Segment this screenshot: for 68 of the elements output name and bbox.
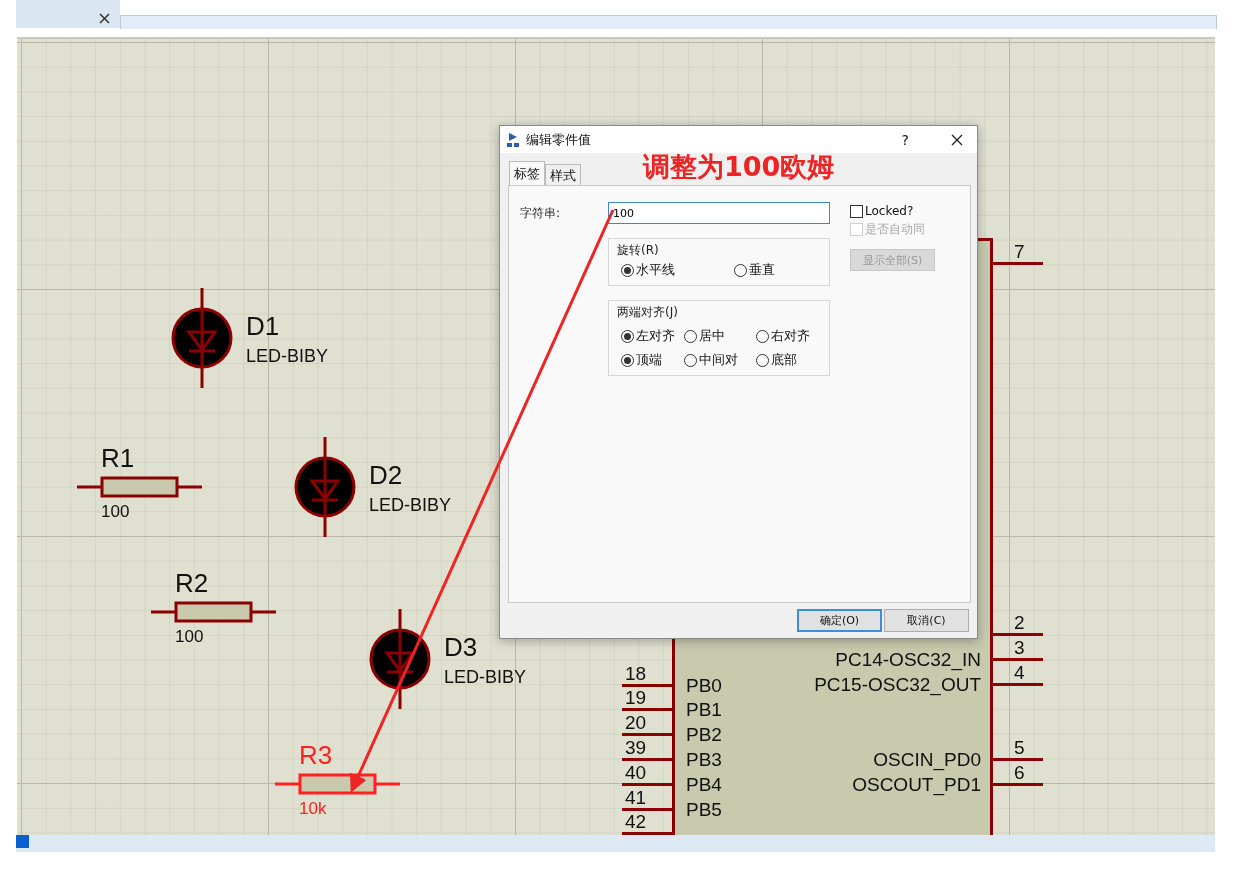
pin-label: PB4 bbox=[686, 775, 722, 794]
radio-option[interactable]: 右对齐 bbox=[756, 327, 829, 345]
pin-number: 20 bbox=[625, 713, 647, 732]
pin-number: 19 bbox=[625, 688, 647, 707]
pin-number: 2 bbox=[1014, 613, 1025, 632]
component-value: LED-BIBY bbox=[246, 347, 329, 365]
pin-label: PB5 bbox=[686, 800, 722, 819]
group-legend: 两端对齐(J) bbox=[615, 304, 680, 321]
pin-number: 41 bbox=[625, 788, 647, 807]
pin-number: 5 bbox=[1014, 738, 1025, 757]
component-value: LED-BIBY bbox=[369, 496, 452, 514]
radio-dot[interactable] bbox=[756, 329, 769, 343]
component-ref: D3 bbox=[444, 634, 478, 660]
radio-dot[interactable] bbox=[621, 329, 634, 343]
dialog-button[interactable]: 取消(C) bbox=[884, 609, 969, 632]
dialog-button[interactable]: 确定(O) bbox=[797, 609, 882, 632]
radio-dot[interactable] bbox=[621, 353, 634, 367]
group-legend: 旋转(R) bbox=[615, 242, 661, 259]
dialog-title: 编辑零件值 bbox=[526, 130, 592, 149]
component-value: 100 bbox=[101, 503, 130, 520]
string-field[interactable]: 100 bbox=[608, 202, 830, 224]
pin-label: PC15-OSC32_OUT bbox=[814, 675, 981, 694]
radio-option[interactable]: 水平线 bbox=[621, 261, 734, 279]
checkbox[interactable] bbox=[850, 204, 863, 218]
component-value: 100 bbox=[175, 628, 204, 645]
help-button[interactable]: ? bbox=[901, 131, 909, 148]
component-ref: D1 bbox=[246, 313, 280, 339]
component-ref: R3 bbox=[299, 742, 333, 768]
pin-number: 40 bbox=[625, 763, 647, 782]
radio-dot[interactable] bbox=[734, 263, 747, 277]
pin-number: 6 bbox=[1014, 763, 1025, 782]
pin-label: OSCIN_PD0 bbox=[873, 750, 981, 769]
component-value: LED-BIBY bbox=[444, 668, 527, 686]
close-icon[interactable] bbox=[951, 133, 963, 146]
pin-label: OSCOUT_PD1 bbox=[852, 775, 981, 794]
dialog-tab[interactable]: 样式 bbox=[545, 164, 581, 185]
radio-option[interactable]: 顶端 bbox=[621, 351, 684, 369]
pin-number: 4 bbox=[1014, 663, 1025, 682]
status-square-icon bbox=[16, 835, 29, 848]
component-value: 10k bbox=[299, 800, 327, 817]
radio-dot[interactable] bbox=[621, 263, 634, 277]
pin-label: PB2 bbox=[686, 725, 722, 744]
pin-label: PC14-OSC32_IN bbox=[835, 650, 981, 669]
radio-option[interactable]: 中间对 bbox=[684, 351, 756, 369]
component-icon bbox=[506, 131, 520, 148]
pin-number: 7 bbox=[1014, 242, 1025, 261]
field-label: 字符串: bbox=[520, 205, 562, 222]
close-icon[interactable] bbox=[99, 13, 110, 24]
radio-dot[interactable] bbox=[756, 353, 769, 367]
pin-number: 18 bbox=[625, 664, 647, 683]
pin-number: 3 bbox=[1014, 638, 1025, 657]
pin-label: PB0 bbox=[686, 676, 722, 695]
component-ref: R2 bbox=[175, 570, 209, 596]
radio-option[interactable]: 底部 bbox=[756, 351, 829, 369]
pin-number: 39 bbox=[625, 738, 647, 757]
radio-option[interactable]: 居中 bbox=[684, 327, 756, 345]
radio-option[interactable]: 垂直 bbox=[734, 261, 829, 279]
dialog-tab[interactable]: 标签 bbox=[509, 161, 545, 185]
pin-label: PB1 bbox=[686, 700, 722, 719]
pin-number: 42 bbox=[625, 812, 647, 831]
annotation-text: 调整为100欧姆 bbox=[643, 150, 835, 184]
radio-dot[interactable] bbox=[684, 353, 697, 367]
pin-label: PB3 bbox=[686, 750, 722, 769]
component-ref: D2 bbox=[369, 462, 403, 488]
radio-dot[interactable] bbox=[684, 329, 697, 343]
component-ref: R1 bbox=[101, 445, 135, 471]
checkbox-option[interactable]: Locked? bbox=[850, 204, 935, 218]
radio-option[interactable]: 左对齐 bbox=[621, 327, 684, 345]
